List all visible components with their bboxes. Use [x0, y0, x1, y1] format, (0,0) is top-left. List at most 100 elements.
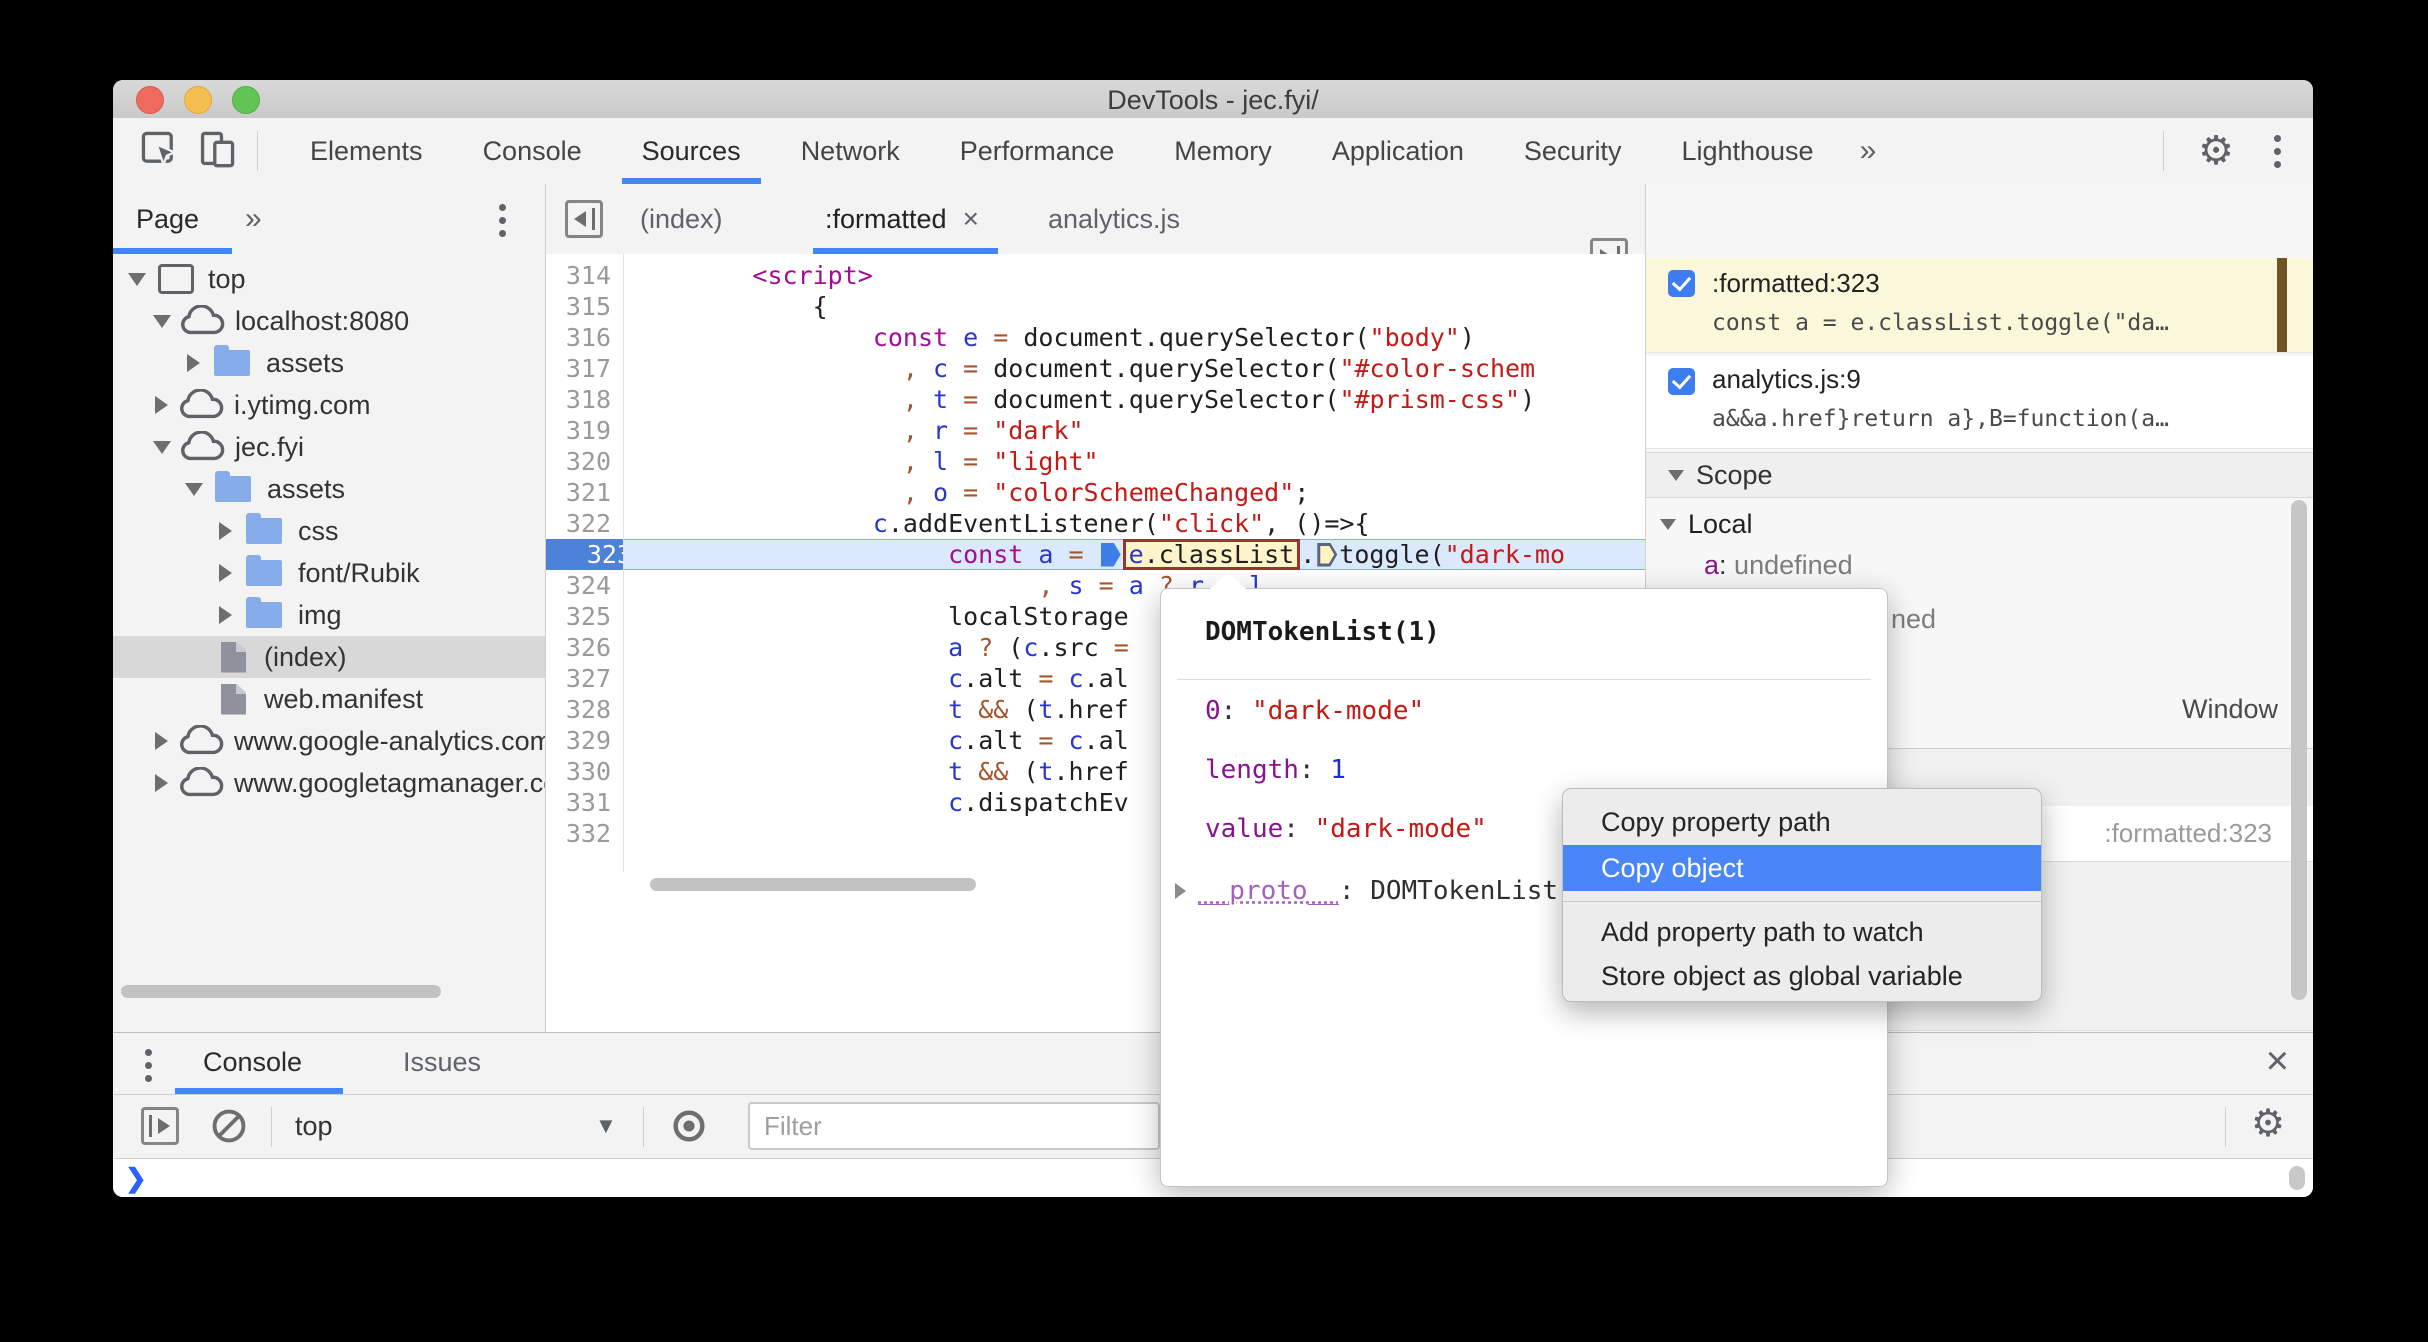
drawer-menu-icon[interactable]: [145, 1049, 152, 1082]
tree-item-ytimg[interactable]: i.ytimg.com: [113, 384, 545, 426]
code-line[interactable]: , r = "dark": [624, 415, 1645, 446]
tree-item-font-rubik[interactable]: font/Rubik: [113, 552, 545, 594]
tree-item-img[interactable]: img: [113, 594, 545, 636]
execution-line[interactable]: const a = e.classList. toggle("dark-mo: [624, 539, 1645, 570]
line-number[interactable]: 317: [546, 353, 623, 384]
expand-icon[interactable]: [155, 774, 168, 792]
line-number[interactable]: 320: [546, 446, 623, 477]
line-number[interactable]: 325: [546, 601, 623, 632]
tab-network[interactable]: Network: [771, 118, 930, 184]
menu-item-copy-object[interactable]: Copy object: [1563, 845, 2041, 891]
tab-lighthouse[interactable]: Lighthouse: [1651, 118, 1843, 184]
code-line[interactable]: {: [624, 291, 1645, 322]
more-tabs-icon[interactable]: »: [1844, 118, 1893, 184]
tab-sources[interactable]: Sources: [612, 118, 771, 184]
collapse-icon[interactable]: [153, 440, 171, 454]
show-console-sidebar-icon[interactable]: [141, 1107, 179, 1145]
context-selector[interactable]: top: [295, 1095, 333, 1158]
tab-memory[interactable]: Memory: [1144, 118, 1302, 184]
close-drawer-icon[interactable]: ×: [2266, 1039, 2289, 1084]
breakpoint-entry-analytics[interactable]: analytics.js:9 a&&a.href}return a},B=fun…: [1646, 356, 2313, 449]
execution-position-marker[interactable]: [1100, 542, 1121, 567]
line-number[interactable]: 329: [546, 725, 623, 756]
tree-item-assets-localhost[interactable]: assets: [113, 342, 545, 384]
tree-item-assets-jecfyi[interactable]: assets: [113, 468, 545, 510]
expand-icon[interactable]: [155, 732, 168, 750]
property-row-proto[interactable]: __proto__: DOMTokenList: [1175, 873, 1558, 909]
tab-console[interactable]: Console: [453, 118, 612, 184]
drawer-tab-issues[interactable]: Issues: [403, 1033, 481, 1091]
file-tab-index[interactable]: (index): [640, 184, 723, 254]
code-line[interactable]: , o = "colorSchemeChanged";: [624, 477, 1645, 508]
line-number[interactable]: 321: [546, 477, 623, 508]
scope-local-row[interactable]: Local: [1660, 504, 1753, 544]
sidebar-tab-page[interactable]: Page: [136, 184, 199, 254]
editor-horizontal-scrollbar[interactable]: [650, 878, 976, 891]
code-line[interactable]: , c = document.querySelector("#color-sch…: [624, 353, 1645, 384]
menu-item-copy-property-path[interactable]: Copy property path: [1563, 799, 2041, 845]
line-number[interactable]: 330: [546, 756, 623, 787]
line-number[interactable]: 327: [546, 663, 623, 694]
breakpoint-checkbox[interactable]: [1668, 368, 1695, 395]
line-number[interactable]: 319: [546, 415, 623, 446]
tree-item-web-manifest[interactable]: web.manifest: [113, 678, 545, 720]
menu-item-add-property-to-watch[interactable]: Add property path to watch: [1563, 909, 2041, 955]
line-number[interactable]: 314: [546, 260, 623, 291]
tree-item-css[interactable]: css: [113, 510, 545, 552]
code-line[interactable]: , t = document.querySelector("#prism-css…: [624, 384, 1645, 415]
line-number[interactable]: 324: [546, 570, 623, 601]
filter-input[interactable]: Filter: [748, 1102, 1160, 1150]
context-dropdown-icon[interactable]: ▼: [595, 1113, 617, 1139]
tree-item-index-selected[interactable]: (index): [113, 636, 545, 678]
prompt-scrollbar-nub[interactable]: [2289, 1166, 2305, 1190]
scope-variable-a[interactable]: a: undefined: [1704, 546, 1853, 584]
line-number[interactable]: 322: [546, 508, 623, 539]
main-menu-icon[interactable]: [2274, 134, 2281, 168]
line-number[interactable]: 331: [546, 787, 623, 818]
line-number-gutter[interactable]: 314 315 316 317 318 319 320 321 322 323 324 325 326 3…: [546, 260, 658, 849]
menu-item-store-as-global[interactable]: Store object as global variable: [1563, 953, 2041, 999]
device-toolbar-icon[interactable]: [197, 129, 237, 174]
tree-item-google-analytics[interactable]: www.google-analytics.com: [113, 720, 545, 762]
debugger-pane-scrollbar[interactable]: [2291, 500, 2307, 1000]
expand-icon[interactable]: [155, 396, 168, 414]
line-number[interactable]: 315: [546, 291, 623, 322]
continue-to-location-marker[interactable]: [1317, 542, 1338, 567]
expand-icon[interactable]: [1175, 883, 1186, 899]
line-number[interactable]: 316: [546, 322, 623, 353]
console-settings-gear-icon[interactable]: ⚙: [2251, 1101, 2285, 1146]
line-number[interactable]: 328: [546, 694, 623, 725]
inspect-element-icon[interactable]: [139, 129, 179, 174]
expand-icon[interactable]: [219, 564, 232, 582]
line-number[interactable]: 326: [546, 632, 623, 663]
sidebar-menu-icon[interactable]: [499, 204, 506, 237]
sidebar-horizontal-scrollbar[interactable]: [121, 985, 441, 998]
tab-application[interactable]: Application: [1302, 118, 1494, 184]
breakpoint-checkbox[interactable]: [1668, 270, 1695, 297]
tree-item-top[interactable]: top: [113, 258, 545, 300]
tab-performance[interactable]: Performance: [930, 118, 1145, 184]
expand-icon[interactable]: [219, 606, 232, 624]
tree-item-googletagmanager[interactable]: www.googletagmanager.com: [113, 762, 545, 804]
close-tab-icon[interactable]: ×: [963, 203, 979, 235]
line-number[interactable]: 318: [546, 384, 623, 415]
collapse-icon[interactable]: [128, 272, 146, 286]
tab-elements[interactable]: Elements: [280, 118, 453, 184]
hovered-expression-highlight[interactable]: e.classList: [1122, 539, 1301, 570]
live-expression-eye-icon[interactable]: [669, 1106, 709, 1151]
drawer-tab-console[interactable]: Console: [203, 1033, 302, 1091]
code-line[interactable]: const e = document.querySelector("body"): [624, 322, 1645, 353]
collapse-icon[interactable]: [185, 482, 203, 496]
tab-security[interactable]: Security: [1494, 118, 1652, 184]
code-line[interactable]: , l = "light": [624, 446, 1645, 477]
expand-icon[interactable]: [219, 522, 232, 540]
settings-gear-icon[interactable]: ⚙: [2198, 128, 2234, 174]
tree-item-localhost[interactable]: localhost:8080: [113, 300, 545, 342]
file-tab-formatted[interactable]: :formatted ×: [825, 184, 979, 254]
collapse-icon[interactable]: [153, 314, 171, 328]
code-line[interactable]: c.addEventListener("click", ()=>{: [624, 508, 1645, 539]
scope-section-header[interactable]: Scope: [1646, 452, 2313, 498]
line-number[interactable]: 332: [546, 818, 623, 849]
clear-console-icon[interactable]: [209, 1106, 249, 1151]
file-tab-analytics[interactable]: analytics.js: [1048, 184, 1180, 254]
